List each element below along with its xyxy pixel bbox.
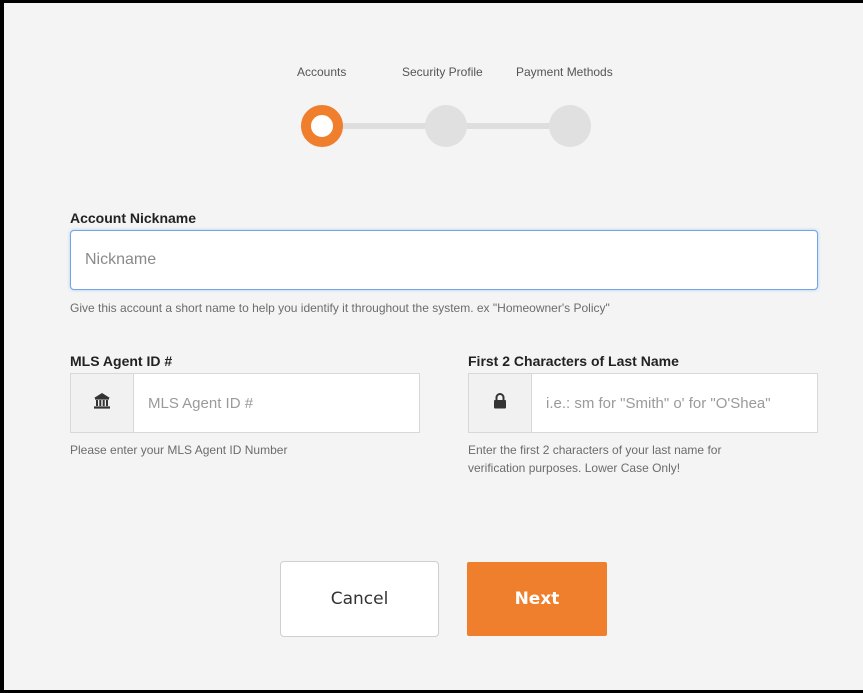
nickname-input[interactable]: [70, 230, 818, 290]
last-name-chars-help-line-2: verification purposes. Lower Case Only!: [468, 461, 681, 475]
cancel-button[interactable]: Cancel: [280, 561, 439, 637]
next-button[interactable]: Next: [467, 562, 607, 636]
step-indicator-accounts: [301, 105, 343, 147]
mls-agent-id-help-text: Please enter your MLS Agent ID Number: [70, 443, 288, 457]
mls-agent-id-field: [70, 373, 420, 433]
bank-icon: [93, 392, 111, 415]
step-indicator-payment-methods: [549, 105, 591, 147]
last-name-addon: [469, 374, 532, 432]
last-name-chars-field: [468, 373, 818, 433]
nickname-help-text: Give this account a short name to help y…: [70, 301, 610, 315]
mls-addon: [71, 374, 134, 432]
lock-icon: [493, 392, 507, 414]
last-name-chars-help-line-1: Enter the first 2 characters of your las…: [468, 443, 722, 457]
last-name-chars-input[interactable]: [532, 374, 817, 432]
step-label-security-profile: Security Profile: [402, 65, 483, 79]
mls-agent-id-input[interactable]: [134, 374, 419, 432]
step-indicator-security-profile: [425, 105, 467, 147]
step-label-payment-methods: Payment Methods: [516, 65, 613, 79]
nickname-label: Account Nickname: [70, 210, 197, 226]
last-name-chars-label: First 2 Characters of Last Name: [468, 353, 679, 369]
mls-agent-id-label: MLS Agent ID #: [70, 353, 173, 369]
form-panel: Accounts Security Profile Payment Method…: [0, 0, 863, 693]
step-label-accounts: Accounts: [297, 65, 347, 79]
